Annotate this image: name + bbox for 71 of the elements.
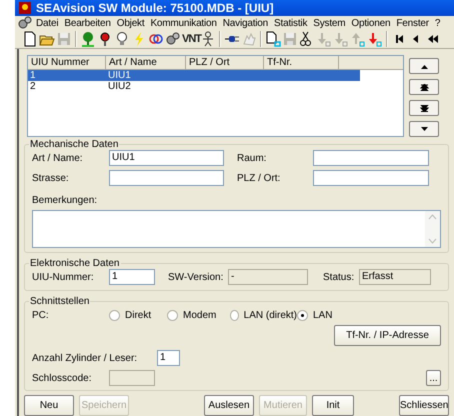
- input-field[interactable]: 1: [157, 350, 180, 366]
- input-field: -: [228, 269, 308, 285]
- footer-button[interactable]: Init: [312, 395, 354, 416]
- radio-button[interactable]: [230, 310, 239, 321]
- menu-item[interactable]: Statistik: [271, 18, 310, 29]
- menu-item[interactable]: Optionen: [348, 18, 394, 29]
- field-label: Raum:: [237, 152, 268, 164]
- move-top-icon: [420, 84, 428, 90]
- field-label: SW-Version:: [168, 272, 224, 282]
- address-button[interactable]: Tf-Nr. / IP-Adresse: [334, 325, 441, 346]
- field-label: Status:: [323, 272, 356, 282]
- move-button[interactable]: [409, 121, 439, 137]
- field-label: PC:: [32, 310, 50, 321]
- down-arrow-icon: [420, 126, 428, 132]
- menu-item[interactable]: ?: [432, 18, 444, 29]
- person-icon[interactable]: [200, 31, 216, 48]
- up-arrow-icon: [420, 62, 428, 70]
- group-title: Mechanische Daten: [29, 139, 120, 150]
- gears-icon[interactable]: [165, 31, 181, 48]
- menu-item[interactable]: Objekt: [114, 18, 148, 29]
- input-field[interactable]: [313, 170, 429, 186]
- toolbar-button[interactable]: VNT: [182, 33, 199, 46]
- gears-icon[interactable]: [17, 16, 33, 30]
- menu-item[interactable]: Navigation: [220, 18, 272, 29]
- input-field[interactable]: 1: [109, 269, 155, 285]
- field-label: Anzahl Zylinder / Leser:: [32, 352, 138, 364]
- radio-label[interactable]: LAN: [313, 310, 332, 321]
- table-cell-text: UIU1: [107, 70, 132, 81]
- tree-icon[interactable]: [80, 31, 96, 48]
- list-row[interactable]: 2 UIU2: [28, 81, 360, 92]
- new-document-icon[interactable]: [265, 31, 281, 48]
- menu-item[interactable]: Datei: [33, 18, 62, 29]
- menu-item[interactable]: Kommunikation: [147, 18, 220, 29]
- new-document-icon[interactable]: [22, 31, 38, 48]
- footer-button[interactable]: Auslesen: [204, 395, 254, 416]
- menu-item[interactable]: Bearbeiten: [61, 18, 114, 29]
- table-cell-text: 1: [29, 70, 37, 81]
- radio-button[interactable]: [167, 310, 178, 321]
- browse-button[interactable]: ...: [426, 370, 441, 386]
- app-icon: [18, 1, 32, 15]
- field-label: UIU-Nummer:: [32, 272, 95, 282]
- field-label: PLZ / Ort:: [237, 172, 282, 184]
- field-label: Strasse:: [32, 172, 70, 184]
- input-field: Erfasst: [359, 269, 431, 285]
- radio-button[interactable]: [109, 310, 120, 321]
- radio-label[interactable]: LAN (direkt): [244, 310, 297, 321]
- field-label: Schlosscode:: [32, 372, 92, 384]
- radio-label[interactable]: Direkt: [125, 310, 152, 321]
- down-arrow-icon[interactable]: [367, 31, 383, 48]
- input-field[interactable]: UIU1: [109, 150, 224, 166]
- menu-item[interactable]: Fenster: [393, 18, 432, 29]
- field-label: Art / Name:: [32, 152, 84, 164]
- table-cell-text: UIU2: [107, 81, 132, 92]
- group-title: Elektronische Daten: [29, 258, 120, 269]
- move-button[interactable]: [409, 58, 439, 74]
- input-field[interactable]: [313, 150, 429, 166]
- field-label: Bemerkungen:: [32, 195, 98, 206]
- menu-item[interactable]: System: [310, 18, 348, 29]
- footer-button[interactable]: Schliessen: [399, 395, 449, 416]
- radio-label[interactable]: Modem: [183, 310, 216, 321]
- input-field[interactable]: [109, 170, 224, 186]
- window-title: SEAvision SW Module: 75100.MDB - [UIU]: [36, 1, 274, 15]
- move-bottom-icon: [420, 104, 428, 112]
- footer-button[interactable]: Neu: [24, 395, 74, 416]
- move-button[interactable]: [409, 100, 439, 116]
- list-row[interactable]: 1 UIU1: [28, 70, 360, 81]
- radio-button[interactable]: [297, 310, 308, 321]
- table-cell-text: 2: [29, 81, 37, 92]
- bulb-icon[interactable]: [114, 31, 130, 48]
- move-button[interactable]: [409, 79, 439, 95]
- group-title: Schnittstellen: [29, 296, 90, 307]
